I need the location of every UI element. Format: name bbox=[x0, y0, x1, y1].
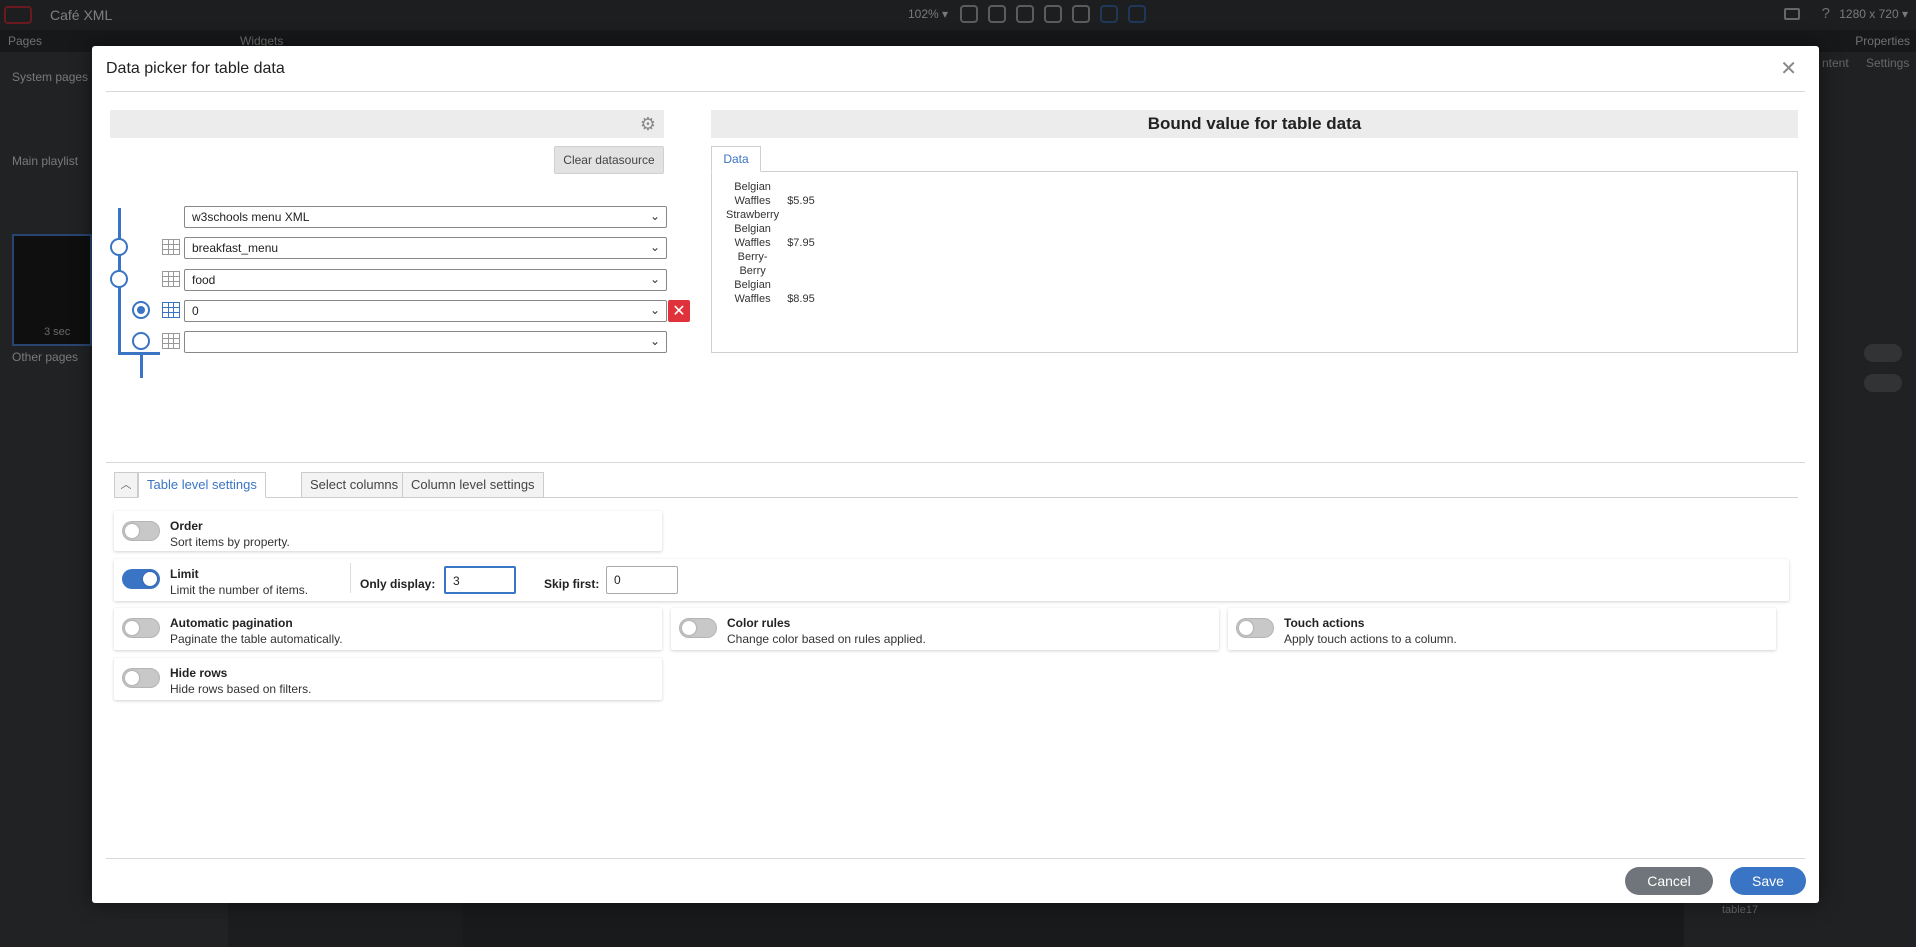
setting-title: Touch actions bbox=[1284, 616, 1365, 630]
divider bbox=[106, 462, 1805, 463]
divider bbox=[106, 858, 1805, 859]
settings-tabs: ︿ Table level settings Select columns Co… bbox=[114, 472, 1798, 498]
color-rules-toggle[interactable] bbox=[679, 618, 717, 638]
level-node[interactable] bbox=[132, 332, 150, 350]
divider bbox=[106, 91, 1805, 92]
level-select-3[interactable]: 0 ⌄ bbox=[184, 300, 667, 322]
save-button[interactable]: Save bbox=[1730, 867, 1806, 895]
remove-level-button[interactable]: ✕ bbox=[668, 300, 690, 322]
datasource-select[interactable]: w3schools menu XML ⌄ bbox=[184, 206, 667, 228]
skip-first-label: Skip first: bbox=[544, 577, 600, 591]
table-icon bbox=[162, 302, 180, 318]
level-select-2[interactable]: food ⌄ bbox=[184, 269, 667, 291]
tree-line bbox=[140, 352, 143, 378]
tab-table-level-settings[interactable]: Table level settings bbox=[138, 472, 266, 498]
order-setting: Order Sort items by property. bbox=[114, 511, 662, 551]
table-cell: $7.95 bbox=[787, 237, 815, 249]
table-row: Berry- Berry Belgian Waffles $8.95 bbox=[722, 250, 819, 306]
setting-description: Paginate the table automatically. bbox=[170, 632, 343, 646]
cancel-button[interactable]: Cancel bbox=[1625, 867, 1713, 895]
setting-title: Automatic pagination bbox=[170, 616, 293, 630]
chevron-down-icon: ⌄ bbox=[649, 209, 660, 223]
only-display-input[interactable]: 3 bbox=[444, 566, 516, 594]
table-row: Belgian Waffles $5.95 bbox=[722, 180, 819, 208]
data-picker-dialog: Data picker for table data ✕ ⚙ Clear dat… bbox=[92, 46, 1819, 903]
divider bbox=[350, 563, 351, 593]
pagination-setting: Automatic pagination Paginate the table … bbox=[114, 608, 662, 650]
chevron-down-icon: ⌄ bbox=[649, 240, 660, 254]
skip-first-input[interactable]: 0 bbox=[606, 566, 678, 594]
close-icon: ✕ bbox=[672, 303, 686, 320]
dialog-title: Data picker for table data bbox=[106, 60, 285, 77]
collapse-chevron-up-icon[interactable]: ︿ bbox=[114, 472, 138, 498]
setting-description: Change color based on rules applied. bbox=[727, 632, 926, 646]
data-preview: Belgian Waffles $5.95 Strawberry Belgian Wa… bbox=[711, 171, 1798, 353]
setting-title: Color rules bbox=[727, 616, 791, 630]
pagination-toggle[interactable] bbox=[122, 618, 160, 638]
chevron-down-icon: ⌄ bbox=[649, 272, 660, 286]
setting-description: Apply touch actions to a column. bbox=[1284, 632, 1457, 646]
table-cell: Belgian Waffles bbox=[734, 181, 771, 207]
touch-actions-toggle[interactable] bbox=[1236, 618, 1274, 638]
limit-setting: Limit Limit the number of items. Only di… bbox=[114, 559, 1789, 601]
chevron-down-icon: ⌄ bbox=[649, 334, 660, 348]
table-cell: Berry- Berry Belgian Waffles bbox=[734, 251, 771, 305]
hide-rows-setting: Hide rows Hide rows based on filters. bbox=[114, 658, 662, 700]
setting-title: Limit bbox=[170, 567, 199, 581]
data-preview-table: Belgian Waffles $5.95 Strawberry Belgian Wa… bbox=[722, 180, 819, 306]
bound-value-title: Bound value for table data bbox=[711, 110, 1798, 138]
setting-title: Order bbox=[170, 519, 203, 533]
level-select-4[interactable]: ⌄ bbox=[184, 331, 667, 353]
setting-description: Hide rows based on filters. bbox=[170, 682, 312, 696]
hide-rows-toggle[interactable] bbox=[122, 668, 160, 688]
setting-description: Limit the number of items. bbox=[170, 583, 309, 597]
table-icon bbox=[162, 239, 180, 255]
only-display-label: Only display: bbox=[360, 577, 436, 591]
table-cell: $8.95 bbox=[787, 293, 815, 305]
close-icon[interactable]: ✕ bbox=[1780, 56, 1797, 81]
color-rules-setting: Color rules Change color based on rules … bbox=[671, 608, 1219, 650]
tab-column-level-settings[interactable]: Column level settings bbox=[402, 472, 544, 498]
level-node[interactable] bbox=[110, 270, 128, 288]
level-node-selected[interactable] bbox=[132, 301, 150, 319]
tab-data[interactable]: Data bbox=[711, 146, 761, 172]
level-select-1[interactable]: breakfast_menu ⌄ bbox=[184, 237, 667, 259]
setting-description: Sort items by property. bbox=[170, 535, 290, 549]
limit-toggle[interactable] bbox=[122, 569, 160, 589]
table-cell: Strawberry Belgian Waffles bbox=[726, 209, 780, 249]
datasource-header: ⚙ bbox=[110, 110, 664, 138]
table-row: Strawberry Belgian Waffles $7.95 bbox=[722, 208, 819, 250]
touch-actions-setting: Touch actions Apply touch actions to a c… bbox=[1228, 608, 1776, 650]
clear-datasource-button[interactable]: Clear datasource bbox=[554, 146, 664, 174]
table-icon bbox=[162, 333, 180, 349]
setting-title: Hide rows bbox=[170, 666, 228, 680]
gear-icon[interactable]: ⚙ bbox=[640, 114, 656, 135]
chevron-down-icon: ⌄ bbox=[649, 303, 660, 317]
tree-line bbox=[118, 352, 160, 355]
tab-select-columns[interactable]: Select columns bbox=[301, 472, 408, 498]
table-icon bbox=[162, 271, 180, 287]
table-cell: $5.95 bbox=[787, 195, 815, 207]
level-node[interactable] bbox=[110, 238, 128, 256]
order-toggle[interactable] bbox=[122, 521, 160, 541]
